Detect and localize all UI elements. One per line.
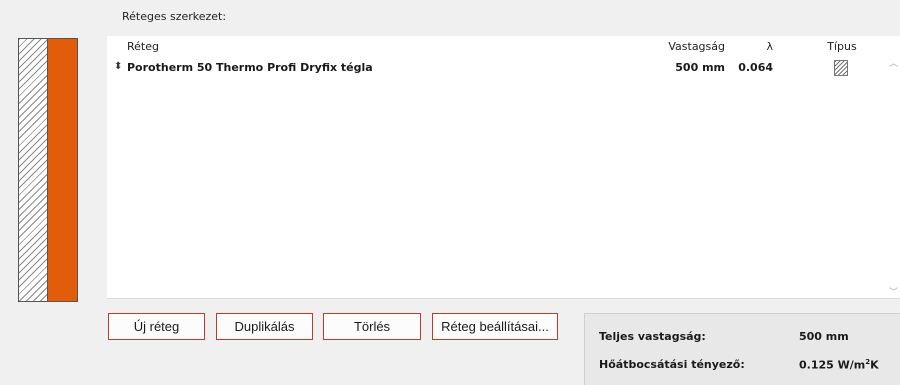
u-unit-prefix: W/m [837,358,866,372]
total-thickness-label: Teljes vastagság: [599,330,706,343]
layer-name: Porotherm 50 Thermo Profi Dryfix tégla [127,61,373,74]
table-header: Réteg Vastagság λ Típus [107,36,887,56]
total-thickness-value: 500 mm [799,330,849,343]
layer-table: Réteg Vastagság λ Típus ⬍ Porotherm 50 T… [107,36,900,299]
table-row[interactable]: ⬍ Porotherm 50 Thermo Profi Dryfix tégla… [107,60,887,78]
preview-brick-layer [48,39,77,301]
delete-button[interactable]: Törlés [323,313,421,340]
column-header-layer[interactable]: Réteg [127,40,159,53]
layer-thickness: 500 mm [675,61,725,74]
u-value-number: 0.125 [799,358,834,372]
duplicate-button[interactable]: Duplikálás [216,313,313,340]
column-header-lambda[interactable]: λ [735,40,773,53]
layer-lambda: 0.064 [738,61,773,74]
u-value: 0.125 W/m2K [799,358,879,372]
column-header-thickness[interactable]: Vastagság [663,40,725,53]
section-label: Réteges szerkezet: [122,10,227,23]
layer-settings-button[interactable]: Réteg beállításai... [432,313,558,340]
scroll-down-icon[interactable]: ﹀ [887,287,900,299]
vertical-scrollbar[interactable]: ︿ ﹀ [887,56,900,299]
layered-structure-panel: Réteges szerkezet: Réteg Vastagság λ Típ… [0,0,900,385]
scroll-up-icon[interactable]: ︿ [887,58,900,70]
u-value-label: Hőátbocsátási tényező: [599,358,745,371]
wall-section-preview [18,38,78,302]
reorder-handle-icon[interactable]: ⬍ [114,60,122,74]
u-unit-suffix: K [870,358,879,372]
new-layer-button[interactable]: Új réteg [108,313,205,340]
preview-hatch-layer [19,39,48,301]
summary-panel: Teljes vastagság: 500 mm Hőátbocsátási t… [584,313,900,385]
hatch-icon[interactable] [834,60,848,76]
column-header-type[interactable]: Típus [812,40,872,53]
